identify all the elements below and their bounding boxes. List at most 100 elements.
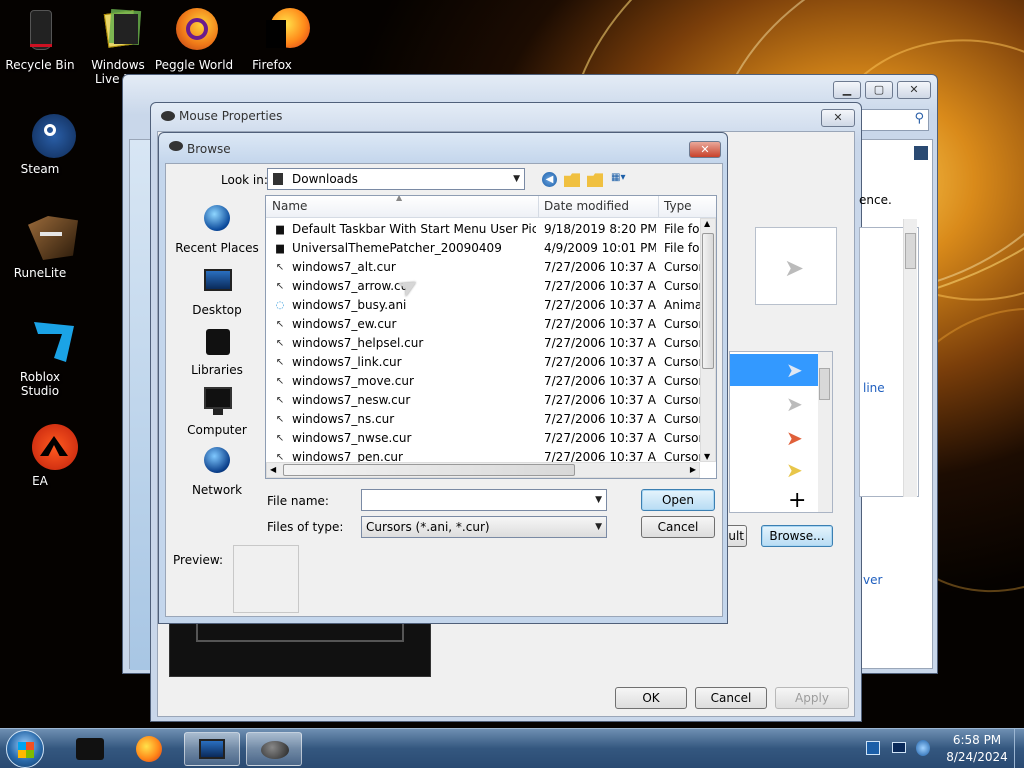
window-close-button[interactable]: ✕ — [897, 81, 931, 99]
look-in-dropdown[interactable]: Downloads ▼ — [267, 168, 525, 190]
file-type: Cursor — [664, 431, 700, 445]
allow-themes-link-fragment[interactable]: ver — [863, 573, 882, 587]
mouse-properties-close-button[interactable]: ✕ — [821, 109, 855, 127]
cursor-file-icon: ↖ — [275, 281, 285, 292]
precision-cursor-icon: + — [788, 488, 807, 513]
clock-time[interactable]: 6:58 PM — [944, 733, 1010, 747]
cursor-list-scrollbar[interactable] — [818, 352, 832, 512]
tray-action-center-icon[interactable] — [866, 741, 880, 755]
file-row[interactable]: ◌ windows7_busy.ani 7/27/2006 10:37 AM Anim… — [266, 296, 716, 315]
column-date-modified[interactable]: Date modified — [544, 199, 629, 213]
cancel-button[interactable]: Cancel — [695, 687, 767, 709]
file-row[interactable]: ▆ UniversalThemePatcher_20090409 4/9/2009 … — [266, 239, 716, 258]
file-row[interactable]: ↖ windows7_alt.cur 7/27/2006 10:37 AM Curso… — [266, 258, 716, 277]
taskbar-mouse-properties[interactable] — [246, 732, 302, 766]
hscroll-thumb[interactable] — [283, 464, 575, 476]
desktop-icon-roblox-studio[interactable]: Roblox Studio — [0, 318, 80, 398]
cursor-file-icon: ↖ — [275, 338, 285, 349]
desktop-icon — [200, 265, 234, 299]
ea-icon — [16, 422, 78, 470]
desktop-icon-steam[interactable]: Steam — [0, 110, 80, 176]
file-name: windows7_nwse.cur — [292, 431, 412, 445]
desktop-icon-runelite[interactable]: RuneLite — [0, 214, 80, 280]
back-icon[interactable]: ◀ — [542, 172, 557, 187]
file-name-label: File name: — [267, 494, 329, 508]
use-default-link-fragment[interactable]: line — [863, 381, 885, 395]
chevron-down-icon: ▼ — [595, 522, 602, 532]
file-row[interactable]: ↖ windows7_nwse.cur 7/27/2006 10:37 AM Curs… — [266, 429, 716, 448]
files-of-type-dropdown[interactable]: Cursors (*.ani, *.cur) ▼ — [361, 516, 607, 538]
browse-dialog: Browse ✕ Look in: Downloads ▼ ◀ ▦▾ Recen… — [158, 132, 728, 624]
arrow-cursor-preview-icon: ➤ — [784, 254, 805, 282]
column-type[interactable]: Type — [664, 199, 692, 213]
clock-date[interactable]: 8/24/2024 — [944, 750, 1010, 764]
file-name: windows7_link.cur — [292, 355, 402, 369]
start-button[interactable] — [6, 730, 44, 768]
column-name[interactable]: Name — [272, 199, 307, 213]
browse-cancel-button[interactable]: Cancel — [641, 516, 715, 538]
taskbar-firefox[interactable] — [122, 732, 178, 766]
search-icon: ⚲ — [914, 111, 924, 126]
apply-button[interactable]: Apply — [775, 687, 849, 709]
desktop-icon-recycle-bin[interactable]: Recycle Bin — [0, 6, 80, 72]
file-list[interactable]: ▲ Name Date modified Type ▆ Default Taskb… — [265, 195, 717, 479]
desktop-icon-label: EA — [32, 474, 48, 488]
minimize-button[interactable]: ▁ — [833, 81, 861, 99]
show-desktop-button[interactable] — [1014, 729, 1024, 768]
file-date: 7/27/2006 10:37 AM — [544, 393, 656, 407]
desktop-icon-ea[interactable]: EA — [0, 422, 80, 488]
view-menu-icon[interactable]: ▦▾ — [611, 172, 635, 186]
open-button[interactable]: Open — [641, 489, 715, 511]
file-list-header: ▲ Name Date modified Type — [266, 196, 716, 218]
ok-button[interactable]: OK — [615, 687, 687, 709]
scroll-left-icon: ◀ — [270, 465, 277, 474]
search-box[interactable]: ⚲ — [851, 109, 929, 131]
desktop-icon-peggle[interactable]: Peggle World — [154, 6, 234, 72]
taskbar-control-panel[interactable] — [184, 732, 240, 766]
place-recent-places[interactable]: Recent Places — [167, 203, 267, 255]
file-row[interactable]: ↖ windows7_nesw.cur 7/27/2006 10:37 AM Curs… — [266, 391, 716, 410]
cursor-file-icon: ↖ — [275, 395, 285, 406]
place-network[interactable]: Network — [167, 445, 267, 497]
folder-icon: ▆ — [276, 224, 284, 235]
files-of-type-label: Files of type: — [267, 520, 344, 534]
file-row[interactable]: ↖ windows7_move.cur 7/27/2006 10:37 AM Curs… — [266, 372, 716, 391]
desktop-icon-firefox[interactable]: Firefox — [232, 6, 312, 72]
file-row[interactable]: ↖ windows7_link.cur 7/27/2006 10:37 AM Curs… — [266, 353, 716, 372]
recent-places-icon — [200, 203, 234, 237]
place-computer[interactable]: Computer — [167, 385, 267, 437]
chevron-down-icon: ▼ — [513, 174, 520, 184]
cursor-list[interactable]: ➤ ➤ ➤ ➤ + — [729, 351, 833, 513]
file-list-hscrollbar[interactable]: ◀ ▶ — [266, 462, 700, 478]
close-icon[interactable]: ✕ — [689, 141, 721, 158]
control-panel-icon — [199, 739, 225, 759]
instruction-text-fragment: ence. — [859, 193, 892, 207]
file-date: 4/9/2009 10:01 PM — [544, 241, 656, 255]
file-type: Cursor — [664, 317, 700, 331]
help-icon[interactable] — [914, 146, 928, 160]
vscroll-thumb[interactable] — [702, 233, 714, 369]
browse-button[interactable]: Browse... — [761, 525, 833, 547]
file-date: 7/27/2006 10:37 AM — [544, 279, 656, 293]
desktop-icon-label: Firefox — [252, 58, 292, 72]
cursor-row-selected[interactable] — [730, 354, 818, 386]
file-name-field[interactable]: ▼ — [361, 489, 607, 511]
file-row[interactable]: ↖ windows7_arrow.cur 7/27/2006 10:37 AM Cur… — [266, 277, 716, 296]
scheme-scrollbar[interactable] — [903, 219, 917, 497]
taskbar-libraries[interactable] — [62, 732, 118, 766]
file-row[interactable]: ↖ windows7_helpsel.cur 7/27/2006 10:37 AM C… — [266, 334, 716, 353]
file-row[interactable]: ▆ Default Taskbar With Start Menu User Pi… — [266, 220, 716, 239]
maximize-button[interactable]: ▢ — [865, 81, 893, 99]
tray-network-icon[interactable] — [916, 740, 930, 756]
place-libraries[interactable]: Libraries — [167, 325, 267, 377]
mouse-icon — [169, 141, 183, 151]
file-list-vscrollbar[interactable]: ▲ ▼ — [700, 218, 716, 462]
mouse-icon — [261, 741, 289, 759]
place-desktop[interactable]: Desktop — [167, 265, 267, 317]
file-row[interactable]: ↖ windows7_ew.cur 7/27/2006 10:37 AM Cursor — [266, 315, 716, 334]
recycle-bin-icon — [16, 6, 64, 54]
file-row[interactable]: ↖ windows7_ns.cur 7/27/2006 10:37 AM Cursor — [266, 410, 716, 429]
preview-label: Preview: — [173, 553, 224, 567]
file-date: 7/27/2006 10:37 AM — [544, 431, 656, 445]
tray-display-icon[interactable] — [892, 742, 906, 753]
